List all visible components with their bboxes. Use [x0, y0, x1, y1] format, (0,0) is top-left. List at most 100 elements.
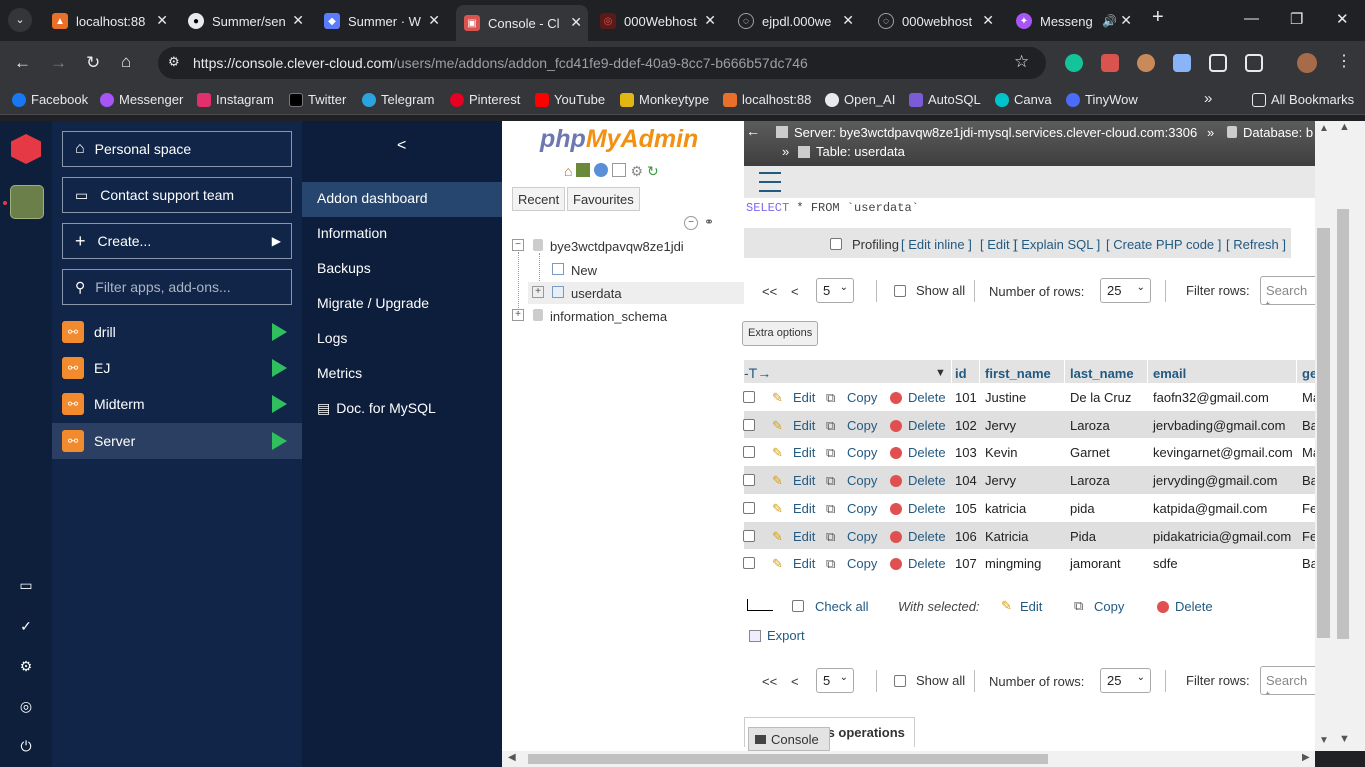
shield-icon[interactable] — [1173, 54, 1191, 72]
browser-tab[interactable]: ◎ 000Webhost ✕ — [592, 7, 722, 35]
row-delete-button[interactable]: Delete — [908, 556, 946, 571]
prev-page-button[interactable]: < — [791, 674, 799, 689]
row-checkbox[interactable] — [743, 474, 755, 487]
bookmark-item[interactable]: AutoSQL — [909, 92, 981, 107]
bookmark-item[interactable]: Instagram — [197, 92, 274, 107]
sql-icon[interactable] — [576, 163, 591, 177]
prev-page-button[interactable]: < — [791, 284, 799, 299]
scroll-left-icon[interactable]: ◀ — [508, 752, 516, 763]
row-delete-button[interactable]: Delete — [908, 418, 946, 433]
menu-doc-mysql[interactable]: ▤ Doc. for MySQL — [317, 400, 436, 417]
bookmark-item[interactable]: localhost:88 — [723, 92, 811, 107]
bookmark-item[interactable]: Telegram — [362, 92, 434, 107]
close-tab-icon[interactable]: ✕ — [428, 12, 440, 29]
play-icon[interactable] — [272, 323, 287, 341]
grammarly-icon[interactable] — [1065, 54, 1083, 72]
console-toggle[interactable]: Console — [748, 727, 830, 751]
restore-button[interactable]: ❐ — [1290, 10, 1303, 28]
extra-options-button[interactable]: Extra options — [742, 321, 819, 346]
number-of-rows-select[interactable]: 25 ⌄ — [1100, 278, 1151, 303]
menu-addon-dashboard[interactable]: Addon dashboard — [317, 190, 428, 206]
home-icon[interactable]: ⌂ — [564, 163, 572, 180]
horizontal-scrollbar[interactable]: ◀ ▶ — [502, 751, 1315, 767]
edit-link[interactable]: [ Edit ] — [980, 237, 1017, 252]
first-page-button[interactable]: << — [762, 284, 777, 299]
close-tab-icon[interactable]: ✕ — [292, 12, 304, 29]
extension-icon[interactable] — [1101, 54, 1119, 72]
play-icon[interactable] — [272, 395, 287, 413]
help-lifebuoy-icon[interactable]: ◎ — [10, 690, 42, 722]
row-checkbox[interactable] — [743, 418, 755, 431]
gear-icon[interactable]: ⚙ — [630, 163, 643, 180]
back-icon[interactable]: ← — [14, 53, 31, 73]
new-tab-button[interactable]: + — [1152, 6, 1164, 29]
row-delete-button[interactable]: Delete — [908, 445, 946, 460]
check-all-checkbox[interactable] — [792, 600, 804, 612]
collapse-button[interactable]: < — [397, 137, 406, 155]
row-checkbox[interactable] — [743, 529, 755, 542]
row-edit-button[interactable]: Edit — [793, 501, 815, 516]
contact-support-button[interactable]: ▭ Contact support team — [62, 177, 292, 213]
row-edit-button[interactable]: Edit — [793, 529, 815, 544]
close-tab-icon[interactable]: ✕ — [842, 12, 854, 29]
app-item-drill[interactable]: ⚯ drill — [52, 314, 302, 350]
help-icon[interactable] — [594, 163, 609, 177]
create-php-code-link[interactable]: [ Create PHP code ] — [1106, 237, 1221, 252]
bookmark-item[interactable]: Monkeytype — [620, 92, 709, 107]
browser-tab[interactable]: ◌ 000webhost ✕ — [870, 7, 1000, 35]
bookmarks-overflow-icon[interactable]: » — [1204, 90, 1212, 107]
phpmyadmin-logo[interactable]: phpMyAdmin — [540, 125, 698, 154]
app-item-midterm[interactable]: ⚯ Midterm — [52, 386, 302, 422]
minimize-button[interactable]: — — [1244, 10, 1259, 27]
bookmark-item[interactable]: TinyWow — [1066, 92, 1138, 107]
menu-migrate-upgrade[interactable]: Migrate / Upgrade — [317, 295, 429, 311]
home-icon[interactable]: ⌂ — [121, 52, 131, 72]
link-icon[interactable]: ⚭ — [704, 215, 714, 229]
close-tab-icon[interactable]: ✕ — [156, 12, 168, 29]
bookmark-item[interactable]: Pinterest — [450, 92, 520, 107]
browser-tab[interactable]: ● Summer/sen ✕ — [180, 7, 310, 35]
row-copy-button[interactable]: Copy — [847, 501, 877, 516]
close-window-button[interactable]: ✕ — [1336, 10, 1349, 28]
row-delete-button[interactable]: Delete — [908, 390, 946, 405]
db-tree-item[interactable]: bye3wctdpavqw8ze1jdi — [550, 239, 684, 254]
play-icon[interactable] — [272, 359, 287, 377]
menu-metrics[interactable]: Metrics — [317, 365, 362, 381]
menu-information[interactable]: Information — [317, 225, 387, 241]
browser-tab-active[interactable]: ▣ Console - Cl ✕ — [456, 5, 588, 41]
row-edit-button[interactable]: Edit — [793, 390, 815, 405]
reading-list-icon[interactable] — [1209, 54, 1227, 72]
explain-sql-link[interactable]: [ Explain SQL ] — [1014, 237, 1100, 252]
row-checkbox[interactable] — [743, 391, 755, 403]
scrollbar-thumb[interactable] — [1337, 209, 1349, 639]
play-icon[interactable] — [272, 432, 287, 450]
site-info-icon[interactable]: ⚙ — [168, 54, 180, 70]
filter-rows-input[interactable]: Search t — [1260, 276, 1320, 305]
row-edit-button[interactable]: Edit — [793, 445, 815, 460]
row-delete-button[interactable]: Delete — [908, 529, 946, 544]
scrollbar-thumb[interactable] — [1317, 228, 1330, 638]
bookmark-item[interactable]: Messenger — [100, 92, 183, 107]
column-header-email[interactable]: email — [1153, 366, 1186, 381]
browser-tab[interactable]: ✦ Messeng 🔊 ✕ — [1008, 7, 1138, 35]
reload-icon[interactable]: ↻ — [86, 53, 100, 73]
row-copy-button[interactable]: Copy — [847, 390, 877, 405]
row-delete-button[interactable]: Delete — [908, 473, 946, 488]
row-checkbox[interactable] — [743, 446, 755, 459]
tree-collapse-icon[interactable]: − — [512, 239, 524, 251]
bulk-edit-button[interactable]: Edit — [1020, 599, 1042, 614]
bulk-delete-button[interactable]: Delete — [1175, 599, 1213, 614]
check-all-label[interactable]: Check all — [815, 599, 868, 614]
breadcrumb-table[interactable]: Table: userdata — [816, 144, 905, 159]
browser-tab[interactable]: ◌ ejpdl.000we ✕ — [730, 7, 860, 35]
column-header-id[interactable]: id — [955, 366, 967, 381]
row-copy-button[interactable]: Copy — [847, 529, 877, 544]
column-header-gender[interactable]: ge — [1302, 366, 1315, 381]
row-checkbox[interactable] — [743, 557, 755, 570]
close-tab-icon[interactable]: ✕ — [704, 12, 716, 29]
settings-gear-icon[interactable]: ⚙ — [10, 650, 42, 682]
all-bookmarks-button[interactable]: All Bookmarks — [1252, 92, 1354, 107]
chat-icon[interactable]: ▭ — [10, 569, 42, 601]
column-arrows-icon[interactable]: -T→ — [744, 365, 771, 381]
address-bar[interactable]: ⚙ https://console.clever-cloud.com/users… — [158, 47, 1046, 79]
